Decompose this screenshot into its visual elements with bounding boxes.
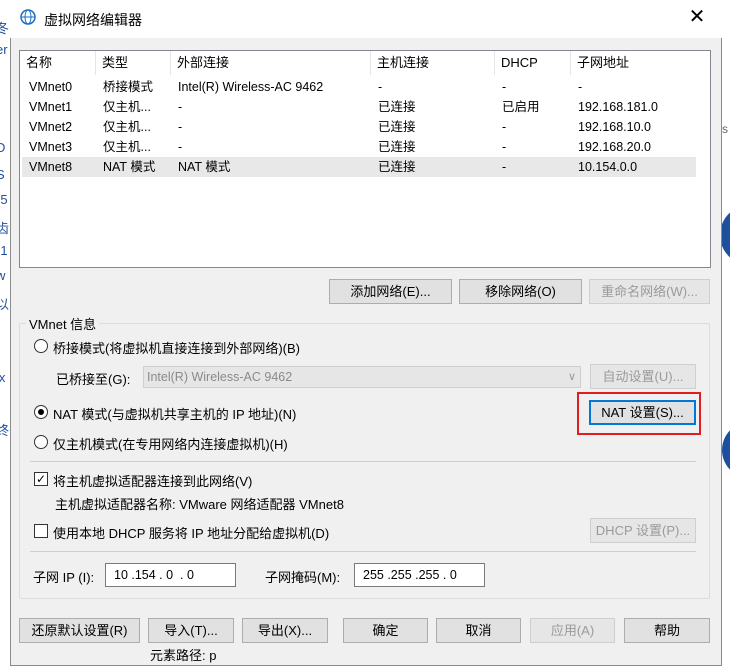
- hostonly-radio-label[interactable]: 仅主机模式(在专用网络内连接虚拟机)(H): [53, 434, 288, 453]
- subnet-ip-input[interactable]: 10 .154 . 0 . 0: [105, 563, 236, 587]
- help-button[interactable]: 帮助: [624, 618, 710, 643]
- bg-fragment: 冬: [0, 21, 10, 36]
- export-button[interactable]: 导出(X)...: [242, 618, 328, 643]
- connect-adapter-checkbox[interactable]: ✓: [34, 472, 48, 486]
- bridged-to-value: Intel(R) Wireless-AC 9462: [147, 370, 293, 384]
- use-dhcp-label[interactable]: 使用本地 DHCP 服务将 IP 地址分配给虚拟机(D): [53, 523, 329, 542]
- bg-fragment: S: [0, 167, 5, 182]
- cell-type: NAT 模式: [103, 160, 156, 174]
- cell-name: VMnet0: [29, 80, 73, 94]
- cell-host: 已连接: [378, 120, 416, 134]
- cell-subnet: 192.168.10.0: [578, 120, 651, 134]
- apply-button[interactable]: 应用(A): [530, 618, 615, 643]
- bridged-to-select[interactable]: Intel(R) Wireless-AC 9462 ∨: [143, 366, 581, 388]
- bg-fragment: 终: [0, 423, 10, 438]
- bridged-to-label: 已桥接至(G):: [56, 372, 131, 387]
- bg-fragment: D: [0, 140, 6, 155]
- cell-external: NAT 模式: [178, 160, 231, 174]
- cell-type: 仅主机...: [103, 120, 151, 134]
- remove-network-button[interactable]: 移除网络(O): [459, 279, 582, 304]
- rename-network-button[interactable]: 重命名网络(W)...: [589, 279, 710, 304]
- bg-fragment: (1: [0, 243, 8, 258]
- bg-fragment: w: [0, 268, 6, 283]
- cell-name: VMnet1: [29, 100, 73, 114]
- background-status-text: 元素路径: p: [150, 648, 217, 663]
- divider: [30, 461, 696, 462]
- auto-settings-button[interactable]: 自动设置(U)...: [590, 364, 696, 389]
- cell-host: 已连接: [378, 160, 416, 174]
- cell-external: Intel(R) Wireless-AC 9462: [178, 80, 324, 94]
- import-button[interactable]: 导入(T)...: [148, 618, 234, 643]
- cell-subnet: 192.168.20.0: [578, 140, 651, 154]
- subnet-mask-label: 子网掩码(M):: [265, 570, 341, 585]
- column-header-dhcp[interactable]: DHCP: [495, 51, 571, 75]
- use-dhcp-checkbox[interactable]: [34, 524, 48, 538]
- subnet-ip-label: 子网 IP (I):: [33, 570, 95, 585]
- cancel-button[interactable]: 取消: [436, 618, 521, 643]
- bg-fragment: 齿: [0, 221, 10, 236]
- cell-type: 仅主机...: [103, 140, 151, 154]
- column-header-host[interactable]: 主机连接: [371, 51, 495, 75]
- cell-host: -: [378, 80, 383, 94]
- divider: [30, 551, 696, 552]
- adapter-name-text: 主机虚拟适配器名称: VMware 网络适配器 VMnet8: [55, 497, 344, 512]
- hostonly-radio[interactable]: [34, 435, 48, 449]
- chevron-down-icon: ∨: [567, 371, 576, 383]
- table-row[interactable]: VMnet0 桥接模式 Intel(R) Wireless-AC 9462 - …: [22, 77, 696, 97]
- networks-table[interactable]: 名称 类型 外部连接 主机连接 DHCP 子网地址 VMnet0 桥接模式 In…: [19, 50, 711, 268]
- cell-subnet: 192.168.181.0: [578, 100, 658, 114]
- table-row[interactable]: VMnet2 仅主机... - 已连接 - 192.168.10.0: [22, 117, 696, 137]
- close-icon[interactable]: ✕: [686, 6, 708, 28]
- restore-defaults-button[interactable]: 还原默认设置(R): [19, 618, 140, 643]
- column-header-subnet[interactable]: 子网地址: [571, 51, 710, 75]
- cell-external: -: [178, 120, 183, 134]
- column-header-type[interactable]: 类型: [96, 51, 171, 75]
- add-network-button[interactable]: 添加网络(E)...: [329, 279, 452, 304]
- bg-fragment: 以: [0, 297, 10, 312]
- cell-subnet: 10.154.0.0: [578, 160, 638, 174]
- table-row[interactable]: VMnet3 仅主机... - 已连接 - 192.168.20.0: [22, 137, 696, 157]
- bridged-radio[interactable]: [34, 339, 48, 353]
- column-header-external[interactable]: 外部连接: [171, 51, 371, 75]
- table-row-selected[interactable]: VMnet8 NAT 模式 NAT 模式 已连接 - 10.154.0.0: [22, 157, 696, 177]
- vmnet-info-label: VMnet 信息: [26, 314, 100, 333]
- nat-radio-label[interactable]: NAT 模式(与虚拟机共享主机的 IP 地址)(N): [53, 404, 296, 423]
- dhcp-settings-button[interactable]: DHCP 设置(P)...: [590, 518, 696, 543]
- cell-type: 桥接模式: [103, 80, 154, 94]
- cell-name: VMnet2: [29, 120, 73, 134]
- nat-radio[interactable]: [34, 405, 48, 419]
- cell-host: 已连接: [378, 140, 416, 154]
- bg-fragment: er: [0, 42, 8, 57]
- table-row[interactable]: VMnet1 仅主机... - 已连接 已启用 192.168.181.0: [22, 97, 696, 117]
- cell-external: -: [178, 140, 183, 154]
- column-header-name[interactable]: 名称: [20, 51, 96, 75]
- cell-dhcp: -: [502, 160, 507, 174]
- bridged-radio-label[interactable]: 桥接模式(将虚拟机直接连接到外部网络)(B): [53, 338, 300, 357]
- network-globe-icon: [20, 9, 36, 25]
- cell-external: -: [178, 100, 183, 114]
- ok-button[interactable]: 确定: [343, 618, 428, 643]
- cell-name: VMnet8: [29, 160, 73, 174]
- cell-dhcp: -: [502, 140, 507, 154]
- connect-adapter-label[interactable]: 将主机虚拟适配器连接到此网络(V): [53, 471, 252, 490]
- bg-fragment: ix: [0, 370, 6, 385]
- nat-settings-button[interactable]: NAT 设置(S)...: [589, 400, 696, 425]
- cell-name: VMnet3: [29, 140, 73, 154]
- window-title: 虚拟网络编辑器: [44, 12, 142, 28]
- cell-dhcp: -: [502, 80, 507, 94]
- cell-dhcp: -: [502, 120, 507, 134]
- bg-fragment: (5: [0, 192, 8, 207]
- cell-dhcp: 已启用: [502, 100, 540, 114]
- subnet-mask-input[interactable]: 255 .255 .255 . 0: [354, 563, 485, 587]
- cell-type: 仅主机...: [103, 100, 151, 114]
- cell-subnet: -: [578, 80, 583, 94]
- cell-host: 已连接: [378, 100, 416, 114]
